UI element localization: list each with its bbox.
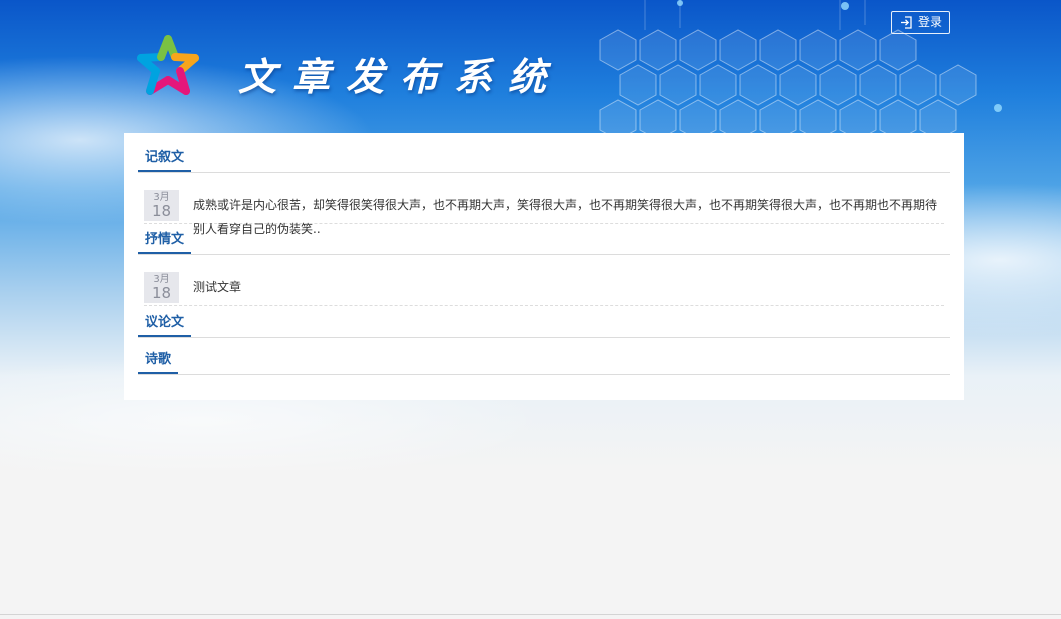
date-badge: 3月 18 — [144, 190, 179, 221]
section-narrative: 记叙文 — [138, 146, 950, 173]
login-icon — [901, 16, 912, 29]
article-list-panel: 记叙文 3月 18 成熟或许是内心很苦，却笑得很笑得很大声，也不再期大声，笑得很… — [124, 133, 964, 400]
site-title: 文章发布系统 — [238, 54, 563, 99]
section-title-narrative[interactable]: 记叙文 — [138, 146, 192, 172]
section-title-argumentative[interactable]: 议论文 — [138, 311, 192, 337]
date-day: 18 — [151, 202, 172, 220]
login-button[interactable]: 登录 — [891, 11, 950, 34]
section-title-poetry[interactable]: 诗歌 — [138, 348, 179, 374]
list-item[interactable]: 3月 18 测试文章 — [144, 263, 944, 306]
star-logo-icon — [137, 35, 199, 95]
footer-divider — [0, 614, 1061, 615]
list-item[interactable]: 3月 18 成熟或许是内心很苦，却笑得很笑得很大声，也不再期大声，笑得很大声，也… — [144, 181, 944, 236]
date-badge: 3月 18 — [144, 272, 179, 303]
section-title-lyric[interactable]: 抒情文 — [138, 228, 192, 254]
section-lyric: 抒情文 — [138, 228, 950, 255]
section-poetry: 诗歌 — [138, 348, 950, 375]
section-argumentative: 议论文 — [138, 311, 950, 338]
login-label: 登录 — [918, 15, 943, 29]
page: 文章发布系统 登录 记叙文 3月 18 成熟或许是内心很苦，却笑得很笑得很大声，… — [0, 0, 1061, 619]
hexagon-pattern — [599, 0, 1002, 140]
date-day: 18 — [151, 284, 172, 302]
article-title-link[interactable]: 测试文章 — [193, 275, 944, 299]
